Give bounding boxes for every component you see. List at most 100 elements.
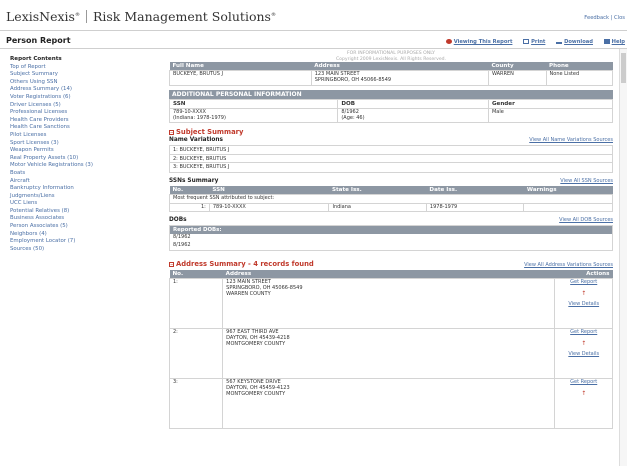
list-item: 2: BUCKEYE, BRUTUS xyxy=(170,155,612,164)
col-date-iss: Date Iss. xyxy=(426,185,524,195)
sidebar-item-real-property[interactable]: Real Property Assets (10) xyxy=(10,155,145,163)
col-no: No. xyxy=(169,270,223,279)
ssn-row-no: 1: xyxy=(169,202,210,213)
ssn-row-ssn: 789-10-XXXX xyxy=(208,202,330,213)
sidebar-item-address-summary[interactable]: Address Summary (14) xyxy=(10,86,145,94)
sidebar-item-boats[interactable]: Boats xyxy=(10,170,145,178)
product-name: Risk Management Solutions xyxy=(92,9,271,24)
help-link[interactable]: Help xyxy=(603,39,625,45)
ssn-value: 789-10-XXXX (Indiana: 1978-1979) xyxy=(168,107,339,124)
collapse-icon[interactable]: − xyxy=(169,130,174,136)
sidebar-item-business-associates[interactable]: Business Associates xyxy=(10,215,145,223)
name-variations-sources-link[interactable]: View All Name Variations Sources xyxy=(529,137,613,143)
sidebar-item-subject-summary[interactable]: Subject Summary xyxy=(10,71,145,79)
col-dob: DOB xyxy=(337,98,489,109)
ssn-sources-link[interactable]: View All SSN Sources xyxy=(560,178,613,184)
col-gender: Gender xyxy=(487,98,614,109)
full-name-value: BUCKEYE, BRUTUS J xyxy=(169,70,312,86)
brand-logo[interactable]: LexisNexis® Risk Management Solutions® xyxy=(6,9,276,24)
sidebar-item-health-care-providers[interactable]: Health Care Providers xyxy=(10,117,145,125)
viewing-report-link[interactable]: Viewing This Report xyxy=(445,39,513,45)
address-line-3: WARREN COUNTY xyxy=(226,290,271,297)
vertical-scrollbar[interactable] xyxy=(619,49,627,466)
col-county: County xyxy=(488,62,547,71)
sidebar-item-health-care-sanctions[interactable]: Health Care Sanctions xyxy=(10,124,145,132)
arrow-up-icon: ↑ xyxy=(581,289,587,297)
sidebar-item-employment-locator[interactable]: Employment Locator (7) xyxy=(10,238,145,246)
table-row: 1: 789-10-XXXX Indiana 1978-1979 xyxy=(169,202,613,213)
address-table: No. Address Actions 1: 123 MAIN STREET SP… xyxy=(168,270,613,430)
sidebar-item-potential-relatives[interactable]: Potential Relatives (8) xyxy=(10,208,145,216)
additional-info-header: ADDITIONAL PERSONAL INFORMATION xyxy=(169,89,613,99)
sidebar-item-person-associates[interactable]: Person Associates (5) xyxy=(10,223,145,231)
download-label: Download xyxy=(564,39,593,45)
download-link[interactable]: Download xyxy=(556,39,593,45)
get-report-link[interactable]: Get Report xyxy=(558,279,609,286)
table-row: 789-10-XXXX (Indiana: 1978-1979) 8/1962 (A… xyxy=(168,107,614,124)
feedback-close-links[interactable]: Feedback | Clos xyxy=(584,15,625,21)
sidebar-item-voter-registrations[interactable]: Voter Registrations (6) xyxy=(10,94,145,102)
viewing-report-label: Viewing This Report xyxy=(453,39,513,45)
sidebar-item-weapon-permits[interactable]: Weapon Permits xyxy=(10,147,145,155)
info-icon xyxy=(445,39,452,44)
sidebar-item-others-using-ssn[interactable]: Others Using SSN xyxy=(10,79,145,87)
print-link[interactable]: Print xyxy=(523,39,545,45)
col-address: Address xyxy=(222,270,555,279)
ssn-row-date: 1978-1979 xyxy=(425,202,525,213)
address-summary-label: Address Summary - 4 records found xyxy=(176,260,314,269)
sidebar-item-neighbors[interactable]: Neighbors (4) xyxy=(10,231,145,239)
ssn-row-state: Indiana xyxy=(328,202,427,213)
dob-age: (Age: 46) xyxy=(341,114,365,121)
report-contents-sidebar: Report Contents Top of Report Subject Su… xyxy=(10,56,145,253)
address-row-value: 567 KEYSTONE DRIVE DAYTON, OH 45459-4123 M… xyxy=(222,378,556,430)
arrow-up-icon: ↑ xyxy=(581,339,587,347)
table-row: 1: 123 MAIN STREET SPRINGBORO, OH 45066-8… xyxy=(168,278,613,330)
sidebar-item-judgments-liens[interactable]: Judgments/Liens xyxy=(10,193,145,201)
name-variations-header: Name Variations View All Name Variations… xyxy=(169,137,613,143)
sidebar-item-bankruptcy[interactable]: Bankruptcy Information xyxy=(10,185,145,193)
print-label: Print xyxy=(531,39,546,45)
top-header: LexisNexis® Risk Management Solutions® Fe… xyxy=(0,0,627,31)
col-full-name: Full Name xyxy=(169,62,312,71)
sidebar-item-professional-licenses[interactable]: Professional Licenses xyxy=(10,109,145,117)
brand-divider xyxy=(85,10,87,23)
table-row: Most frequent SSN attributed to subject: xyxy=(169,193,613,204)
sidebar-item-top-of-report[interactable]: Top of Report xyxy=(10,64,145,72)
get-report-link[interactable]: Get Report xyxy=(558,329,609,336)
col-ssn: SSN xyxy=(168,98,339,109)
scrollbar-thumb[interactable] xyxy=(621,53,626,83)
page-title: Person Report xyxy=(6,36,71,45)
ssn-row-warnings xyxy=(523,202,613,213)
name-variations-label: Name Variations xyxy=(169,137,223,144)
view-details-link[interactable]: View Details xyxy=(558,351,609,358)
sidebar-item-motor-vehicles[interactable]: Motor Vehicle Registrations (3) xyxy=(10,162,145,170)
address-summary-title[interactable]: − Address Summary - 4 records found xyxy=(169,260,314,268)
sidebar-item-driver-licenses[interactable]: Driver Licenses (5) xyxy=(10,102,145,110)
get-report-link[interactable]: Get Report xyxy=(558,379,609,386)
dobs-header: DOBs View All DOB Sources xyxy=(169,217,613,223)
help-label: Help xyxy=(611,39,625,45)
col-phone: Phone xyxy=(546,62,613,71)
address-line-2: SPRINGBORO, OH 45066-8549 xyxy=(314,76,392,83)
dob-sources-link[interactable]: View All DOB Sources xyxy=(559,217,613,223)
informational-notice: FOR INFORMATIONAL PURPOSES ONLY Copyrigh… xyxy=(169,51,613,62)
report-actions: Viewing This Report Print Download Help xyxy=(437,39,625,45)
address-sources-link[interactable]: View All Address Variations Sources xyxy=(524,262,613,268)
subject-summary-title[interactable]: − Subject Summary xyxy=(169,128,243,136)
ssn-note: Most frequent SSN attributed to subject: xyxy=(169,193,613,204)
download-icon xyxy=(556,39,563,44)
sidebar-item-ucc-liens[interactable]: UCC Liens xyxy=(10,200,145,208)
col-ssn: SSN xyxy=(209,185,329,195)
report-main: FOR INFORMATIONAL PURPOSES ONLY Copyrigh… xyxy=(168,50,614,430)
list-item: 3: BUCKEYE, BRUTUS J xyxy=(173,164,230,171)
help-icon xyxy=(603,39,610,44)
sidebar-item-sources[interactable]: Sources (50) xyxy=(10,246,145,254)
name-variations-list: 1: BUCKEYE, BRUTUS J 2: BUCKEYE, BRUTUS … xyxy=(169,145,613,173)
sidebar-item-sport-licenses[interactable]: Sport Licenses (3) xyxy=(10,140,145,148)
sidebar-item-aircraft[interactable]: Aircraft xyxy=(10,178,145,186)
sidebar-item-pilot-licenses[interactable]: Pilot Licenses xyxy=(10,132,145,140)
list-item: 1: BUCKEYE, BRUTUS J xyxy=(170,146,612,155)
view-details-link[interactable]: View Details xyxy=(558,301,609,308)
collapse-icon[interactable]: − xyxy=(169,262,174,268)
address-row-actions: Get Report ↑ View Details xyxy=(554,278,613,330)
